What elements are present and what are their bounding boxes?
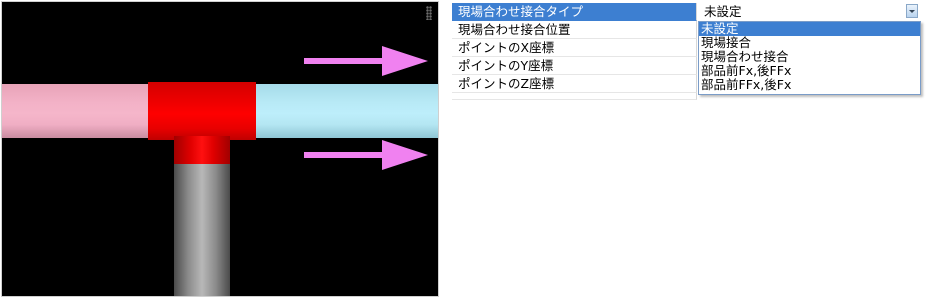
property-row-point-z[interactable]: ポイントのZ座標: [452, 75, 697, 93]
dropdown-option[interactable]: 現場接合: [699, 36, 920, 50]
dropdown-option[interactable]: 部品前FFx,後Fx: [699, 78, 920, 92]
property-label: 現場合わせ接合タイプ: [458, 4, 584, 19]
pipe-right-segment[interactable]: [256, 84, 438, 138]
property-row-joint-type[interactable]: 現場合わせ接合タイプ: [452, 3, 697, 21]
direction-arrow-icon: [304, 140, 430, 170]
pipe-left-segment[interactable]: [2, 84, 148, 138]
tee-joint[interactable]: [148, 82, 256, 140]
direction-arrow-icon: [304, 46, 430, 76]
property-label: 現場合わせ接合位置: [458, 22, 571, 37]
property-row-point-x[interactable]: ポイントのX座標: [452, 39, 697, 57]
pipe-vertical-segment[interactable]: [174, 164, 230, 296]
joint-type-combobox[interactable]: 未設定: [698, 3, 920, 22]
dropdown-option[interactable]: 未設定: [699, 22, 920, 36]
3d-viewport[interactable]: [2, 2, 438, 296]
property-label: ポイントのY座標: [458, 58, 554, 73]
combobox-value: 未設定: [704, 4, 742, 19]
property-label: ポイントのZ座標: [458, 76, 555, 91]
property-row-clipped: [452, 93, 697, 100]
property-label: ポイントのX座標: [458, 40, 555, 55]
property-row-point-y[interactable]: ポイントのY座標: [452, 57, 697, 75]
dropdown-option[interactable]: 部品前Fx,後FFx: [699, 64, 920, 78]
axis-indicator-icon: [426, 6, 432, 20]
dropdown-option[interactable]: 現場合わせ接合: [699, 50, 920, 64]
chevron-down-icon[interactable]: [906, 4, 918, 18]
property-row-joint-position[interactable]: 現場合わせ接合位置: [452, 21, 697, 39]
joint-type-dropdown-list[interactable]: 未設定 現場接合 現場合わせ接合 部品前Fx,後FFx 部品前FFx,後Fx: [698, 21, 921, 95]
tee-branch-joint[interactable]: [174, 136, 230, 164]
